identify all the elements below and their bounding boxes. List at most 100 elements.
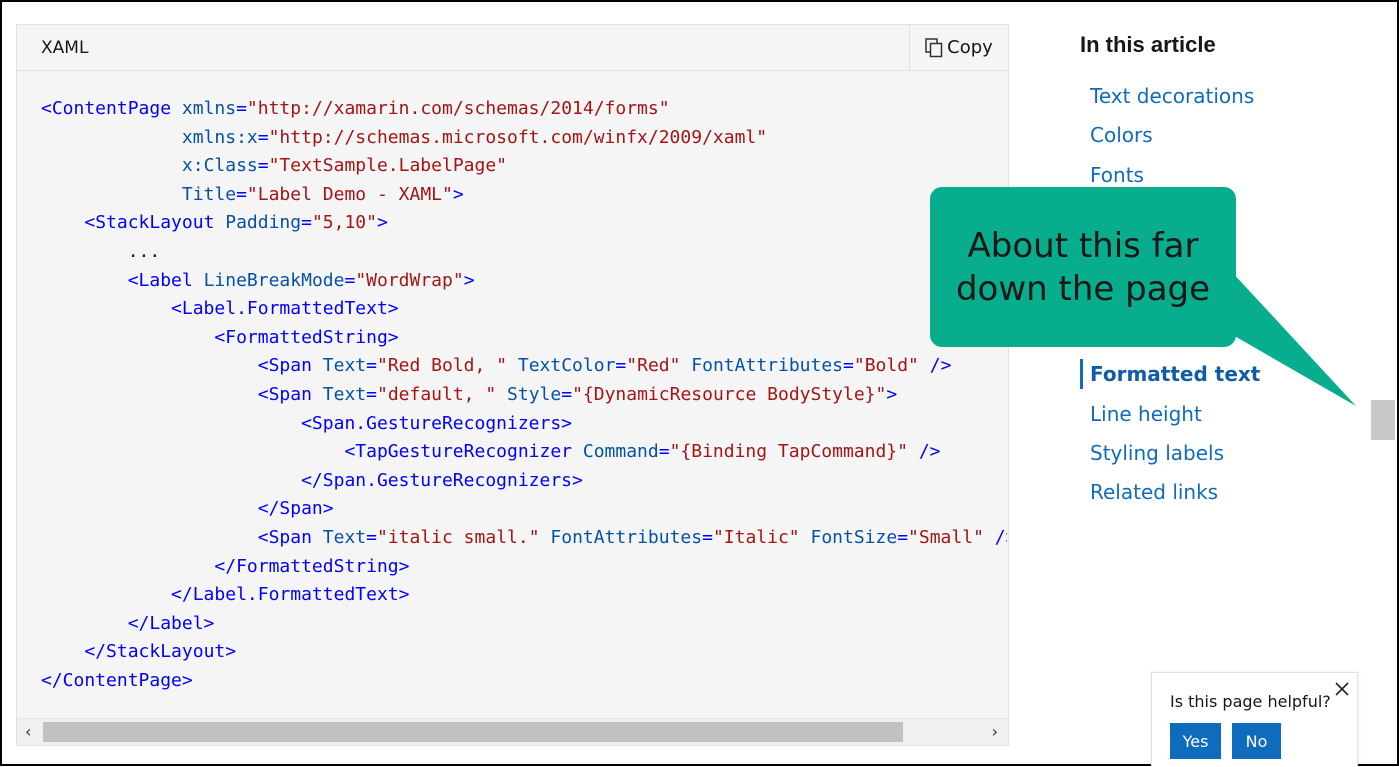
code-token: <Span (257, 383, 312, 405)
toc-item-colors[interactable]: Colors (1090, 123, 1153, 147)
code-language-label: XAML (41, 38, 89, 58)
copy-icon (925, 37, 943, 58)
code-line: ... (41, 238, 1007, 267)
code-token: </Span> (257, 498, 334, 520)
code-token: <Span.GestureRecognizers> (301, 412, 573, 434)
chevron-right-icon[interactable]: › (992, 722, 998, 741)
code-token: = (366, 526, 377, 548)
code-header: XAML Copy (17, 25, 1008, 71)
code-token: <Span (257, 355, 312, 377)
toc-item-text-decorations[interactable]: Text decorations (1090, 84, 1254, 108)
code-line: <Span Text="default, " Style="{DynamicRe… (41, 381, 1007, 410)
feedback-widget: Is this page helpful? Yes No (1151, 672, 1358, 767)
page-scrollbar-thumb[interactable] (1371, 400, 1395, 440)
code-token: <Label.FormattedText> (171, 298, 399, 320)
code-line: xmlns:x="http://schemas.microsoft.com/wi… (41, 124, 1007, 153)
code-token: = (236, 183, 247, 205)
horizontal-scrollbar[interactable]: ‹ › (17, 718, 1008, 745)
code-token: = (702, 526, 713, 548)
code-token: </ContentPage> (41, 669, 193, 691)
code-token: "Bold" (853, 355, 919, 377)
toc-active-indicator (1080, 359, 1083, 389)
code-token: "italic small." (376, 526, 540, 548)
code-token: FontSize (810, 526, 898, 548)
code-token: = (615, 355, 627, 377)
code-token: Padding (225, 212, 302, 234)
code-token: /> (929, 355, 952, 377)
code-token: = (658, 441, 670, 463)
code-text: <ContentPage xmlns="http://xamarin.com/s… (41, 95, 1007, 695)
code-token: = (344, 269, 356, 291)
code-token: "WordWrap" (355, 269, 464, 291)
code-token: x:Class (181, 155, 258, 177)
code-token: ... (41, 240, 161, 262)
code-token: </FormattedString> (214, 555, 410, 577)
code-block: XAML Copy <ContentPage xmlns="http://xam… (16, 24, 1009, 746)
code-token: Title (181, 183, 237, 205)
code-token: LineBreakMode (203, 269, 345, 291)
code-token: > (886, 383, 898, 405)
code-token: "{Binding TapCommand}" (669, 441, 908, 463)
code-token: "5,10" (311, 212, 377, 234)
feedback-yes-button[interactable]: Yes (1170, 723, 1221, 759)
code-token: <FormattedString> (214, 326, 399, 348)
code-line: <Label LineBreakMode="WordWrap"> (41, 267, 1007, 296)
code-token: <Span (257, 526, 312, 548)
code-line: </StackLayout> (41, 638, 1007, 667)
code-token: </Span.GestureRecognizers> (301, 469, 583, 491)
code-token: </StackLayout> (84, 641, 237, 663)
code-line: <StackLayout Padding="5,10"> (41, 209, 1007, 238)
code-token: "Label Demo - XAML" (246, 183, 453, 205)
code-token: Text (322, 526, 367, 548)
code-token: Text (322, 355, 367, 377)
chevron-left-icon[interactable]: ‹ (25, 722, 31, 741)
code-token: = (301, 212, 312, 234)
toc-item-styling-labels[interactable]: Styling labels (1090, 441, 1224, 465)
callout-line-2: down the page (955, 269, 1211, 309)
code-line: Title="Label Demo - XAML"> (41, 181, 1007, 210)
code-token: TextColor (517, 355, 616, 377)
code-token: "{DynamicResource BodyStyle}" (572, 383, 887, 405)
code-line: <Label.FormattedText> (41, 295, 1007, 324)
code-line: <Span.GestureRecognizers> (41, 410, 1007, 439)
code-token: = (236, 98, 247, 119)
feedback-no-button[interactable]: No (1232, 723, 1281, 759)
code-token: FontAttributes (550, 526, 703, 548)
close-icon[interactable] (1332, 679, 1352, 699)
scrollbar-thumb[interactable] (43, 722, 903, 742)
callout-annotation: About this far down the page (930, 187, 1236, 347)
code-token: = (366, 355, 377, 377)
code-token: /> (918, 441, 941, 463)
code-line: x:Class="TextSample.LabelPage" (41, 152, 1007, 181)
toc-item-related-links[interactable]: Related links (1090, 480, 1218, 504)
copy-button[interactable]: Copy (909, 25, 1008, 70)
code-token: "Red" (626, 355, 681, 377)
code-line: <ContentPage xmlns="http://xamarin.com/s… (41, 95, 1007, 124)
code-token: </Label> (127, 612, 215, 634)
code-token: "TextSample.LabelPage" (268, 155, 508, 177)
code-token: "http://schemas.microsoft.com/winfx/2009… (268, 126, 768, 148)
code-token: = (257, 155, 269, 177)
code-token: "Red Bold, " (376, 355, 508, 377)
toc-item-fonts[interactable]: Fonts (1090, 163, 1144, 187)
code-line: <Span Text="italic small." FontAttribute… (41, 524, 1007, 553)
